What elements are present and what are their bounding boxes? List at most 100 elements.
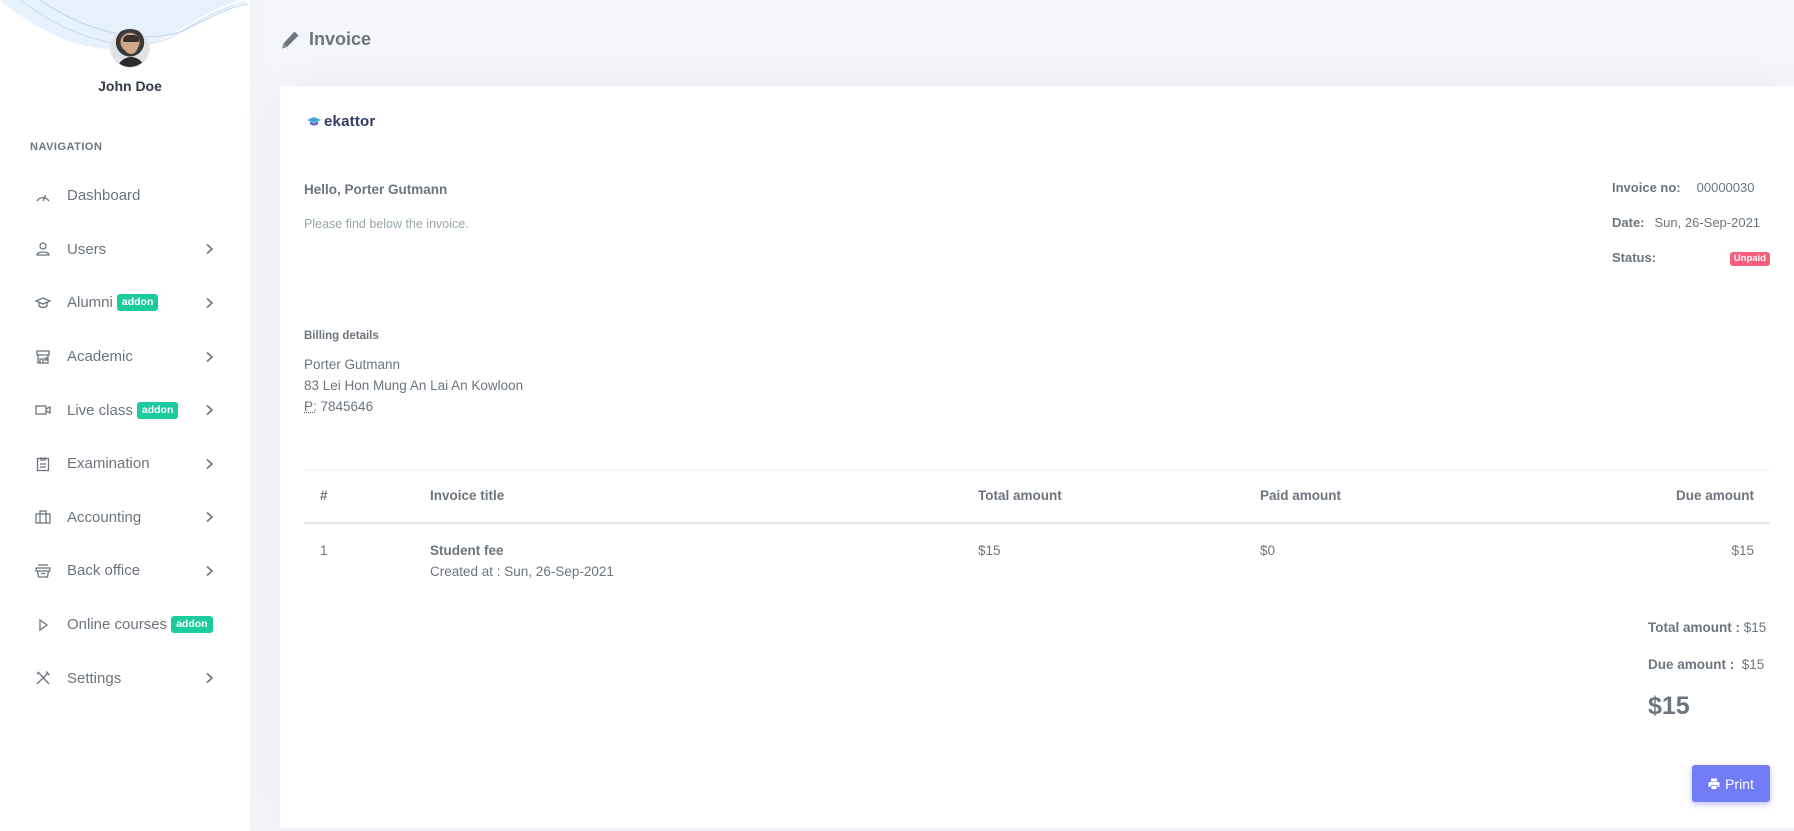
- sidebar-item-label: Examination: [67, 455, 150, 473]
- store-icon: [34, 348, 52, 366]
- page-title-text: Invoice: [309, 29, 372, 49]
- sidebar-item-accounting[interactable]: Accounting: [0, 491, 250, 545]
- sidebar-item-label: Dashboard: [67, 187, 141, 205]
- billing-phone: 7845646: [316, 399, 374, 414]
- sidebar-item-settings[interactable]: Settings: [0, 651, 250, 705]
- column-header-paid-amount: Paid amount: [1260, 488, 1342, 504]
- sidebar-item-label: Users: [67, 240, 107, 258]
- billing-details-title: Billing details: [304, 330, 379, 342]
- chevron-right-icon: [205, 351, 214, 362]
- sidebar-item-label: Settings: [67, 669, 122, 687]
- user-name: John Doe: [98, 78, 162, 94]
- video-icon: [34, 401, 52, 419]
- clipboard-icon: [34, 455, 52, 473]
- printer-icon: [1708, 778, 1720, 790]
- page-title: Invoice: [280, 29, 371, 50]
- billing-address: 83 Lei Hon Mung An Lai An Kowloon: [304, 378, 524, 393]
- invoice-card: ekattor Hello, Porter Gutmann Please fin…: [280, 86, 1794, 828]
- play-icon: [34, 616, 52, 634]
- user-profile[interactable]: John Doe: [0, 28, 250, 94]
- avatar[interactable]: [110, 28, 150, 68]
- grand-total: $15: [1648, 692, 1690, 720]
- inbox-icon: [34, 562, 52, 580]
- greeting: Hello, Porter Gutmann: [304, 182, 448, 197]
- sidebar-item-label: Accounting: [67, 508, 142, 526]
- print-button[interactable]: Print: [1692, 765, 1770, 802]
- invoice-status-row: Status: Unpaid: [1612, 250, 1770, 285]
- ekattor-logo: ekattor: [307, 113, 375, 130]
- invoice-number: 00000030: [1696, 180, 1755, 195]
- column-header-total-amount: Total amount: [978, 488, 1062, 504]
- column-header-due-amount: Due amount: [1675, 488, 1754, 504]
- sidebar-item-alumni[interactable]: Alumni addon: [0, 276, 250, 330]
- print-label: Print: [1725, 775, 1754, 792]
- chevron-right-icon: [205, 244, 214, 255]
- sidebar-item-users[interactable]: Users: [0, 223, 250, 277]
- nav-section-title: NAVIGATION: [30, 141, 103, 153]
- row-number: 1: [320, 542, 328, 558]
- dashboard-icon: [34, 187, 52, 205]
- invoice-items-table: # Invoice title Total amount Paid amount…: [304, 469, 1770, 592]
- user-icon: [34, 240, 52, 258]
- due-amount-row: Due amount : $15: [1648, 657, 1770, 694]
- column-header-number: #: [320, 488, 328, 504]
- sidebar-item-label: Online courses: [67, 616, 168, 634]
- chevron-right-icon: [205, 405, 214, 416]
- row-due-amount: $15: [1731, 542, 1754, 558]
- addon-badge: addon: [171, 616, 213, 634]
- row-paid-amount: $0: [1260, 542, 1276, 558]
- invoice-date: Sun, 26-Sep-2021: [1654, 215, 1761, 230]
- row-total-amount: $15: [978, 542, 1001, 558]
- addon-badge: addon: [136, 401, 179, 419]
- sidebar-item-live-class[interactable]: Live class addon: [0, 383, 250, 437]
- phone-label: P:: [304, 399, 317, 414]
- total-amount-row: Total amount : $15: [1648, 620, 1770, 657]
- table-header-row: # Invoice title Total amount Paid amount…: [304, 469, 1770, 523]
- pencil-icon: [282, 31, 299, 48]
- sidebar-item-back-office[interactable]: Back office: [0, 544, 250, 598]
- sidebar-item-examination[interactable]: Examination: [0, 437, 250, 491]
- chevron-right-icon: [205, 673, 214, 684]
- tools-icon: [34, 669, 52, 687]
- main-content: Invoice ekattor Hello, Porter Gutmann Pl…: [250, 0, 1794, 831]
- billing-phone-row: P: 7845646: [304, 396, 523, 417]
- status-badge: Unpaid: [1729, 252, 1770, 266]
- due-amount-value: $15: [1734, 657, 1765, 672]
- total-amount-label: Total amount :: [1648, 620, 1740, 635]
- chevron-right-icon: [205, 565, 214, 577]
- sidebar-item-label: Academic: [67, 348, 133, 366]
- invoice-date-row: Date: Sun, 26-Sep-2021: [1612, 215, 1770, 250]
- billing-details: Porter Gutmann 83 Lei Hon Mung An Lai An…: [304, 354, 523, 417]
- graduation-cap-logo-icon: [307, 117, 321, 126]
- sidebar-item-label: Back office: [67, 562, 141, 580]
- graduation-cap-icon: [34, 294, 52, 312]
- billing-name: Porter Gutmann: [304, 357, 401, 372]
- addon-badge: addon: [116, 294, 159, 312]
- sidebar: John Doe NAVIGATION Dashboard Users Alum…: [0, 0, 250, 831]
- invoice-date-label: Date:: [1612, 215, 1645, 230]
- sidebar-item-online-courses[interactable]: Online courses addon: [0, 598, 250, 652]
- chevron-right-icon: [205, 512, 214, 523]
- sidebar-nav: Dashboard Users Alumni addon Academic Li…: [0, 169, 250, 705]
- greeting-subtext: Please find below the invoice.: [304, 217, 469, 231]
- total-amount-value: $15: [1740, 620, 1767, 635]
- logo-text: ekattor: [324, 113, 376, 130]
- invoice-totals: Total amount : $15 Due amount : $15 $15: [1648, 620, 1770, 721]
- table-row: 1 Student fee Created at : Sun, 26-Sep-2…: [304, 523, 1770, 592]
- invoice-meta: Invoice no: 00000030 Date: Sun, 26-Sep-2…: [1612, 180, 1770, 285]
- chevron-right-icon: [205, 458, 214, 469]
- invoice-number-label: Invoice no:: [1612, 180, 1681, 195]
- sidebar-item-label: Live class: [67, 401, 133, 419]
- row-invoice-title-cell: Student fee Created at : Sun, 26-Sep-202…: [414, 523, 962, 592]
- sidebar-item-academic[interactable]: Academic: [0, 330, 250, 384]
- sidebar-item-label: Alumni: [67, 294, 113, 312]
- invoice-status-label: Status:: [1612, 250, 1657, 265]
- chevron-right-icon: [205, 297, 214, 309]
- row-invoice-title: Student fee: [430, 542, 504, 558]
- row-created-at: Created at : Sun, 26-Sep-2021: [430, 563, 614, 579]
- sidebar-item-dashboard[interactable]: Dashboard: [0, 169, 250, 223]
- briefcase-icon: [34, 508, 52, 526]
- invoice-number-row: Invoice no: 00000030: [1612, 180, 1770, 215]
- column-header-invoice-title: Invoice title: [430, 488, 505, 504]
- due-amount-label: Due amount :: [1648, 657, 1735, 672]
